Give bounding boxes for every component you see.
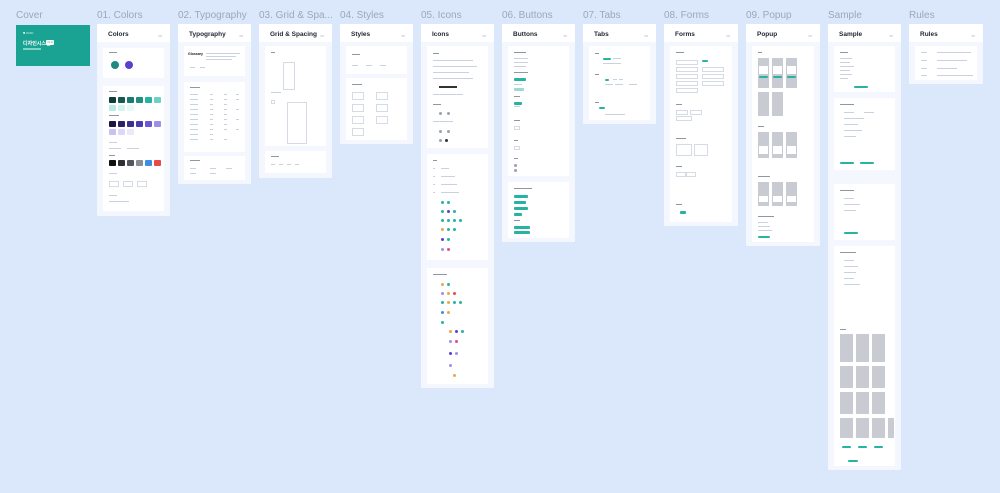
rules-frame-title: Rules — [920, 31, 938, 38]
column-title-icons[interactable]: 05. Icons — [421, 10, 462, 21]
shadow-panel — [346, 46, 407, 74]
gray-colors-panel — [103, 151, 164, 211]
buttons-frame-title: Buttons — [513, 31, 538, 38]
primary-teal-swatch — [111, 61, 119, 69]
illustration-icons-panel — [427, 268, 488, 384]
forms-frame-title: Forms — [675, 31, 695, 38]
column-title-typography[interactable]: 02. Typography — [178, 10, 247, 21]
column-title-colors[interactable]: 01. Colors — [97, 10, 143, 21]
cover-subtitle-line — [23, 48, 41, 50]
grid-spacing-frame[interactable]: Grid & Spacing ━━ — [259, 24, 332, 178]
buttons-frame[interactable]: Buttons ━━ — [502, 24, 575, 242]
colors-frame[interactable]: Colors ━━ — [97, 24, 170, 216]
icons-frame-title: Icons — [432, 31, 449, 38]
column-title-rules[interactable]: Rules — [909, 10, 935, 21]
corner-radius-panel — [346, 78, 407, 140]
sample-screen-2 — [834, 98, 895, 170]
column-title-sample[interactable]: Sample — [828, 10, 862, 21]
forms-frame[interactable]: Forms ━━ — [664, 24, 738, 226]
forms-panel — [670, 46, 732, 222]
popup-panel — [752, 46, 814, 242]
primary-purple-swatch — [125, 61, 133, 69]
cover-frame[interactable]: ■ •••••• 디자인시스템 v1.0 — [16, 25, 90, 66]
cta-buttons-panel — [508, 182, 569, 238]
sample-frame-title: Sample — [839, 31, 863, 38]
color-icons-panel — [427, 154, 488, 260]
tabs-panel — [589, 46, 650, 120]
primary-colors-panel — [103, 48, 164, 78]
cover-brand: ■ •••••• — [23, 31, 34, 35]
type-weights-panel — [184, 156, 245, 180]
tabs-frame[interactable]: Tabs ━━ — [583, 24, 656, 124]
colors-frame-title: Colors — [108, 31, 129, 38]
column-title-styles[interactable]: 04. Styles — [340, 10, 384, 21]
cover-badge: v1.0 — [46, 40, 54, 45]
column-title-cover[interactable]: Cover — [16, 10, 43, 21]
popup-frame-title: Popup — [757, 31, 778, 38]
buttons-panel — [508, 46, 569, 176]
typography-frame[interactable]: Typography ━━ Glossary — [178, 24, 251, 184]
column-title-buttons[interactable]: 06. Buttons — [502, 10, 553, 21]
line-icons-panel — [427, 46, 488, 148]
sample-screen-1 — [834, 46, 895, 92]
icons-frame[interactable]: Icons ━━ — [421, 24, 494, 388]
typography-frame-title: Typography — [189, 31, 226, 38]
glossary-panel: Glossary — [184, 46, 245, 76]
column-title-popup[interactable]: 09. Popup — [746, 10, 792, 21]
sample-popup-panel — [834, 324, 895, 466]
rules-frame[interactable]: Rules ━━ — [909, 24, 983, 84]
type-scale-panel — [184, 82, 245, 152]
popup-frame[interactable]: Popup ━━ — [746, 24, 820, 246]
rules-panel — [915, 46, 977, 80]
styles-frame[interactable]: Styles ━━ — [340, 24, 413, 144]
column-title-forms[interactable]: 08. Forms — [664, 10, 709, 21]
column-title-grid[interactable]: 03. Grid & Spa... — [259, 10, 333, 21]
spacing-panel — [265, 151, 326, 173]
tabs-frame-title: Tabs — [594, 31, 609, 38]
glossary-label: Glossary — [188, 52, 203, 56]
sample-frame[interactable]: Sample ━━ — [828, 24, 901, 470]
grid-panel — [265, 46, 326, 146]
column-title-tabs[interactable]: 07. Tabs — [583, 10, 621, 21]
styles-frame-title: Styles — [351, 31, 371, 38]
sample-screen-3 — [834, 184, 895, 240]
grid-frame-title: Grid & Spacing — [270, 31, 317, 38]
